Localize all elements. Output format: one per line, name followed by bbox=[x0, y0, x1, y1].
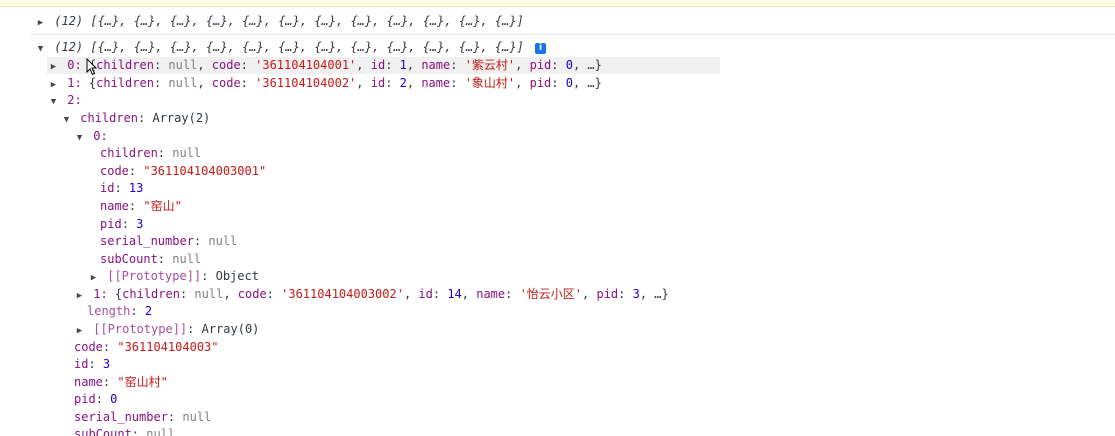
property-row[interactable]: code: "361104104003" bbox=[74, 339, 219, 356]
property-row[interactable]: name: "窑山村" bbox=[74, 374, 168, 391]
property-value: Array(2) bbox=[152, 111, 211, 125]
property-row[interactable]: serial_number: null bbox=[100, 233, 237, 250]
log-separator bbox=[30, 34, 1115, 35]
console-log-row[interactable]: ▼ (12) [{…}, {…}, {…}, {…}, {…}, {…}, {…… bbox=[34, 39, 547, 58]
property-row[interactable]: code: "361104104003001" bbox=[100, 163, 266, 180]
collapsed-arrow-icon[interactable]: ▶ bbox=[73, 323, 86, 340]
property-row[interactable]: subCount: null bbox=[100, 251, 201, 268]
item-index: 0: bbox=[93, 129, 108, 143]
property-row[interactable]: id: 3 bbox=[74, 356, 110, 373]
property-row[interactable]: length: 2 bbox=[87, 303, 152, 320]
array-summary[interactable]: (12) [{…}, {…}, {…}, {…}, {…}, {…}, {…},… bbox=[54, 14, 524, 28]
tree-item-2[interactable]: ▼ 2: bbox=[47, 92, 82, 109]
tree-item-1[interactable]: ▶ 1: {children: null, code: '36110410400… bbox=[47, 75, 602, 92]
property-row[interactable]: serial_number: null bbox=[74, 409, 211, 426]
tree-item-child-1[interactable]: ▶ 1: {children: null, code: '36110410400… bbox=[73, 286, 669, 303]
tree-item-child-0[interactable]: ▼ 0: bbox=[73, 128, 108, 145]
mouse-cursor-icon bbox=[86, 58, 98, 76]
item-index: 2: bbox=[67, 93, 82, 107]
previous-message-strip bbox=[0, 0, 1115, 7]
array-summary[interactable]: (12) [{…}, {…}, {…}, {…}, {…}, {…}, {…},… bbox=[54, 40, 524, 54]
tree-item-0[interactable]: ▶ 0: {children: null, code: '36110410400… bbox=[47, 57, 720, 74]
expanded-arrow-icon[interactable]: ▼ bbox=[60, 112, 73, 129]
tree-node-children[interactable]: ▼ children: Array(2) bbox=[60, 110, 211, 129]
item-index: 1: bbox=[93, 287, 108, 301]
property-key: children bbox=[80, 111, 139, 125]
collapsed-arrow-icon[interactable]: ▶ bbox=[87, 270, 100, 287]
property-row[interactable]: name: "窑山" bbox=[100, 198, 182, 215]
property-row[interactable]: subCount: null bbox=[74, 426, 175, 436]
collapsed-arrow-icon[interactable]: ▶ bbox=[34, 15, 47, 32]
console-log-row[interactable]: ▶ (12) [{…}, {…}, {…}, {…}, {…}, {…}, {…… bbox=[34, 13, 524, 30]
collapsed-arrow-icon[interactable]: ▶ bbox=[47, 59, 60, 76]
property-row[interactable]: id: 13 bbox=[100, 180, 143, 197]
info-icon[interactable]: i bbox=[535, 43, 547, 54]
prototype-row[interactable]: ▶ [[Prototype]]: Array(0) bbox=[73, 321, 260, 340]
collapsed-arrow-icon[interactable]: ▶ bbox=[73, 288, 86, 305]
expanded-arrow-icon[interactable]: ▼ bbox=[47, 94, 60, 111]
prototype-row[interactable]: ▶ [[Prototype]]: Object bbox=[87, 268, 259, 285]
property-row[interactable]: pid: 3 bbox=[100, 216, 143, 233]
property-row[interactable]: children: null bbox=[100, 145, 201, 162]
expanded-arrow-icon[interactable]: ▼ bbox=[73, 130, 86, 147]
expanded-arrow-icon[interactable]: ▼ bbox=[34, 41, 47, 58]
item-index: 1: bbox=[67, 76, 82, 90]
item-index: 0: bbox=[67, 58, 82, 72]
property-row[interactable]: pid: 0 bbox=[74, 391, 117, 408]
